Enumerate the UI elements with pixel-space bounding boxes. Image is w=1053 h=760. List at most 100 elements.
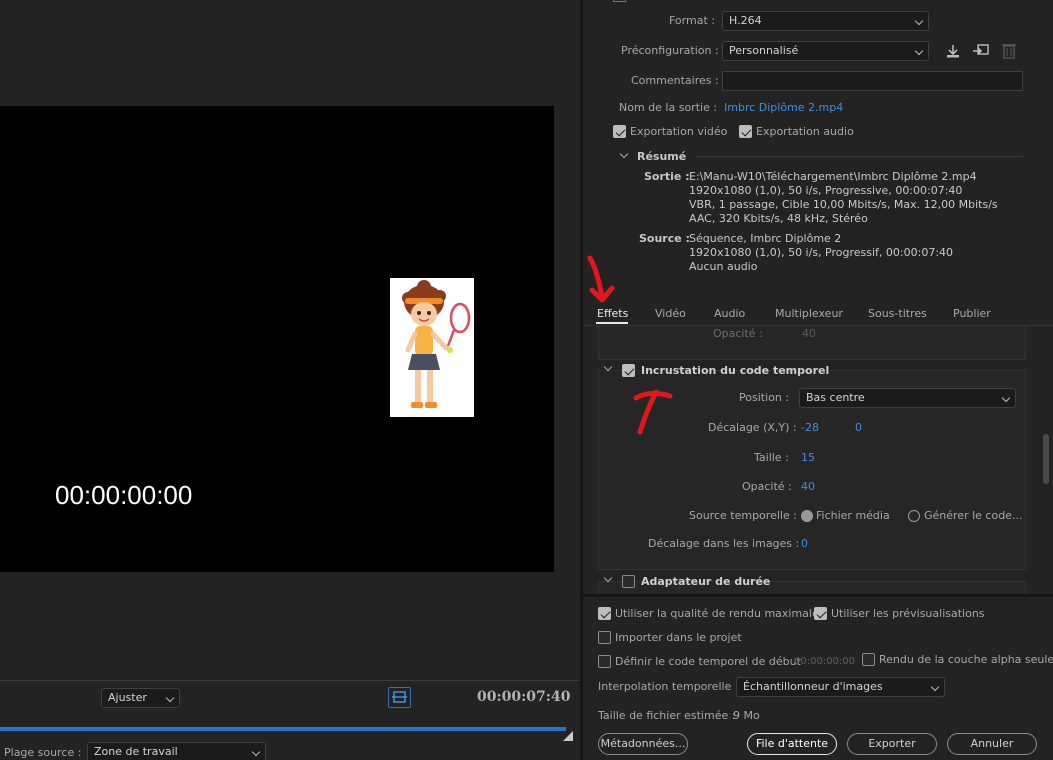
tennis-player-illustration <box>402 280 471 408</box>
tab-captions[interactable]: Sous-titres <box>868 307 927 320</box>
import-preset-icon[interactable] <box>972 43 990 59</box>
prev-opacity-label: Opacité : <box>713 327 763 340</box>
export-button[interactable]: Exporter <box>847 733 937 755</box>
summary-title: Résumé <box>637 150 687 163</box>
fit-dropdown-value: Ajuster <box>108 691 147 704</box>
alpha-only-checkbox[interactable] <box>862 653 875 666</box>
format-dropdown[interactable]: H.264 <box>722 11 929 31</box>
fit-dropdown[interactable]: Ajuster <box>101 688 180 708</box>
opacity-label: Opacité : <box>742 480 792 493</box>
summary-source-line: 1920x1080 (1,0), 50 i/s, Progressif, 00:… <box>689 246 954 259</box>
opacity-value[interactable]: 40 <box>801 480 815 493</box>
queue-button[interactable]: File d'attente <box>747 733 837 755</box>
position-dropdown[interactable]: Bas centre <box>799 388 1016 408</box>
frame-offset-value[interactable]: 0 <box>801 537 808 550</box>
preview-divider <box>0 680 580 681</box>
export-audio-label: Exportation audio <box>756 125 854 138</box>
offset-x-value[interactable]: -28 <box>801 421 819 434</box>
safe-margins-icon <box>392 691 407 703</box>
generate-code-label: Générer le code... <box>924 509 1023 522</box>
position-label: Position : <box>739 391 790 404</box>
interpolation-dropdown[interactable]: Échantillonneur d'images <box>736 677 945 697</box>
chevron-down-icon <box>251 747 261 757</box>
generate-code-radio[interactable] <box>908 510 920 522</box>
tab-effects-underline <box>596 322 628 324</box>
timecode-overlay: 00:00:00:00 <box>55 480 193 510</box>
delete-preset-icon[interactable] <box>1002 42 1016 59</box>
format-value: H.264 <box>729 14 762 27</box>
media-file-radio[interactable] <box>801 510 813 522</box>
chevron-down-icon <box>914 16 924 26</box>
tab-publish[interactable]: Publier <box>953 307 991 320</box>
summary-source-line: Aucun audio <box>689 260 758 273</box>
save-preset-icon[interactable] <box>945 43 961 59</box>
metadata-button[interactable]: Métadonnées... <box>598 733 688 755</box>
export-video-label: Exportation vidéo <box>630 125 728 138</box>
annotation-arrow-checkbox <box>633 389 673 435</box>
source-range-dropdown[interactable]: Zone de travail <box>87 742 266 760</box>
cancel-button[interactable]: Annuler <box>947 733 1037 755</box>
summary-source-line: Séquence, Imbrc Diplôme 2 <box>689 232 842 245</box>
duration-adapter-checkbox[interactable] <box>622 575 635 588</box>
summary-output-line: 1920x1080 (1,0), 50 i/s, Progressive, 00… <box>689 184 963 197</box>
chevron-down-icon <box>930 682 940 692</box>
media-file-label: Fichier média <box>816 509 890 522</box>
preset-dropdown[interactable]: Personnalisé <box>722 41 929 61</box>
tab-effects[interactable]: Effets <box>597 307 628 320</box>
use-previews-checkbox[interactable] <box>814 607 827 620</box>
tab-multiplexer[interactable]: Multiplexeur <box>775 307 843 320</box>
overlay-image <box>390 278 474 417</box>
preset-label: Préconfiguration : <box>621 44 719 57</box>
chevron-down-icon <box>914 46 924 56</box>
source-range-value: Zone de travail <box>94 745 178 758</box>
timecode-section-title: Incrustation du code temporel <box>641 364 830 377</box>
timeline-bar[interactable] <box>0 727 566 731</box>
max-quality-label: Utiliser la qualité de rendu maximale <box>615 607 819 620</box>
size-label: Taille : <box>754 451 789 464</box>
frame-offset-label: Décalage dans les images : <box>648 537 800 550</box>
output-name-link[interactable]: Imbrc Diplôme 2.mp4 <box>724 101 843 114</box>
duration-display: 00:00:07:40 <box>477 689 571 705</box>
summary-divider <box>695 156 1023 157</box>
filesize-label: Taille de fichier estimée : <box>598 709 736 722</box>
comments-label: Commentaires : <box>631 74 719 87</box>
chevron-down-icon <box>1001 393 1011 403</box>
offset-y-value[interactable]: 0 <box>855 421 862 434</box>
out-point-marker[interactable] <box>563 731 573 741</box>
source-range-label: Plage source : <box>4 746 82 759</box>
interpolation-label: Interpolation temporelle : <box>598 680 739 693</box>
use-previews-label: Utiliser les prévisualisations <box>831 607 985 620</box>
export-video-checkbox[interactable] <box>613 125 626 138</box>
summary-output-key: Sortie : <box>644 170 690 183</box>
alpha-only-label: Rendu de la couche alpha seule <box>879 653 1053 666</box>
max-quality-checkbox[interactable] <box>598 607 611 620</box>
timecode-enable-checkbox[interactable] <box>622 364 635 377</box>
prev-opacity-value: 40 <box>802 327 816 340</box>
annotation-arrow-tab <box>587 255 615 303</box>
effects-scrollbar[interactable] <box>1043 434 1049 484</box>
set-start-tc-label: Définir le code temporel de début <box>615 655 801 668</box>
import-project-label: Importer dans le projet <box>615 631 742 644</box>
time-source-label: Source temporelle : <box>689 509 797 522</box>
offset-label: Décalage (X,Y) : <box>708 421 797 434</box>
start-tc-value: 00:00:00:00 <box>794 656 856 667</box>
safe-margins-button[interactable] <box>388 687 411 708</box>
comments-input[interactable] <box>722 71 1023 91</box>
summary-output-line: E:\Manu-W10\Téléchargement\Imbrc Diplôme… <box>689 170 977 183</box>
tab-audio[interactable]: Audio <box>714 307 745 320</box>
summary-output-line: VBR, 1 passage, Cible 10,00 Mbits/s, Max… <box>689 198 998 211</box>
effects-scroll-area: Opacité : 40 Incrustation du code tempor… <box>583 326 1053 594</box>
chevron-down-icon <box>165 693 175 703</box>
position-value: Bas centre <box>806 391 865 404</box>
format-label: Format : <box>669 14 715 27</box>
tab-video[interactable]: Vidéo <box>655 307 686 320</box>
filesize-value: 9 Mo <box>733 709 760 722</box>
export-audio-checkbox[interactable] <box>739 125 752 138</box>
summary-source-key: Source : <box>639 232 690 245</box>
set-start-tc-checkbox[interactable] <box>598 655 611 668</box>
size-value[interactable]: 15 <box>801 451 815 464</box>
partial-checkbox[interactable] <box>613 0 626 2</box>
preset-value: Personnalisé <box>729 44 799 57</box>
interpolation-value: Échantillonneur d'images <box>743 680 883 693</box>
import-project-checkbox[interactable] <box>598 631 611 644</box>
